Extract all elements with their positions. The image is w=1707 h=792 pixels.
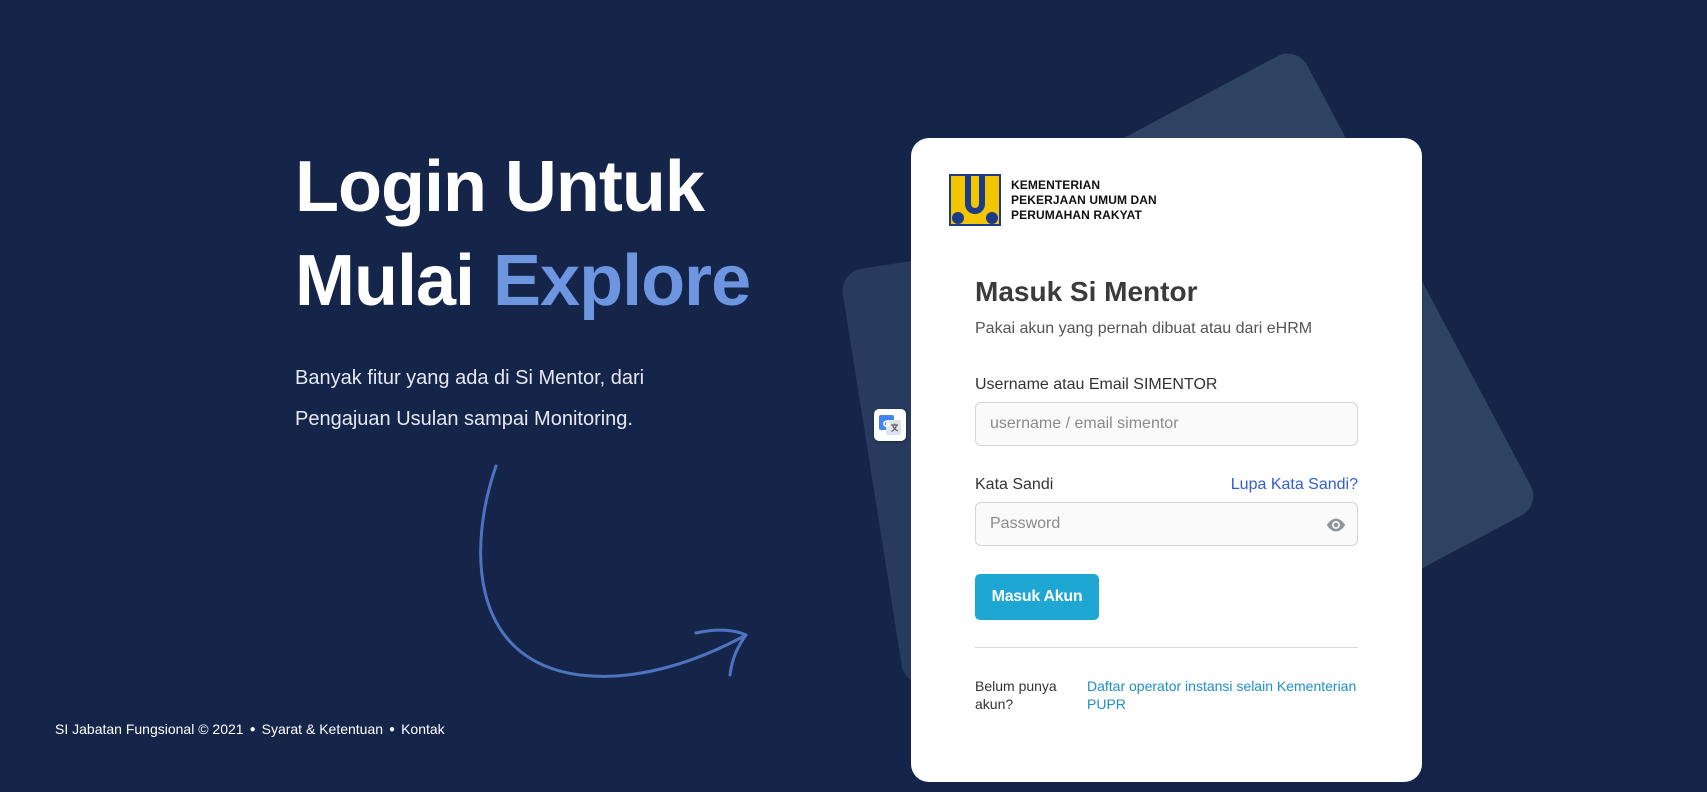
footer-separator: ● xyxy=(249,723,256,735)
password-label: Kata Sandi xyxy=(975,476,1054,493)
footer-contact-link[interactable]: Kontak xyxy=(401,721,445,737)
hero-title-line2-plain: Mulai xyxy=(295,241,494,321)
username-label: Username atau Email SIMENTOR xyxy=(975,376,1218,393)
form-subtitle: Pakai akun yang pernah dibuat atau dari … xyxy=(975,320,1313,337)
username-label-row: Username atau Email SIMENTOR xyxy=(975,376,1358,394)
hero-desc-line1: Banyak fitur yang ada di Si Mentor, dari xyxy=(295,367,645,389)
register-question: Belum punya akun? xyxy=(975,678,1057,712)
form-divider xyxy=(975,647,1358,648)
password-field-wrapper xyxy=(975,502,1358,546)
submit-login-button[interactable]: Masuk Akun xyxy=(975,574,1099,620)
eye-icon[interactable] xyxy=(1325,514,1347,536)
login-form: Masuk Si Mentor Pakai akun yang pernah d… xyxy=(975,274,1358,713)
hero-title-line1: Login Untuk xyxy=(295,147,705,227)
forgot-password-link[interactable]: Lupa Kata Sandi? xyxy=(1231,476,1358,494)
login-card: KEMENTERIAN PEKERJAAN UMUM DAN PERUMAHAN… xyxy=(911,138,1422,782)
svg-text:G: G xyxy=(883,420,890,430)
pupr-logo-icon xyxy=(949,174,1001,226)
footer-terms-link[interactable]: Syarat & Ketentuan xyxy=(262,721,383,737)
register-operator-link[interactable]: Daftar operator instansi selain Kementer… xyxy=(1087,677,1358,713)
hero-title: Login Untuk Mulai Explore xyxy=(295,140,795,328)
google-translate-button[interactable]: G xyxy=(874,409,906,441)
username-field-wrapper xyxy=(975,402,1358,446)
password-label-row: Kata Sandi Lupa Kata Sandi? xyxy=(975,476,1358,494)
google-translate-icon: G xyxy=(879,415,901,435)
hero-description: Banyak fitur yang ada di Si Mentor, dari… xyxy=(295,358,795,440)
hero-section: Login Untuk Mulai Explore Banyak fitur y… xyxy=(295,140,795,440)
password-input[interactable] xyxy=(976,503,1357,545)
hero-desc-line2: Pengajuan Usulan sampai Monitoring. xyxy=(295,408,633,430)
form-title: Masuk Si Mentor xyxy=(975,276,1198,307)
username-input[interactable] xyxy=(976,403,1357,445)
footer-separator: ● xyxy=(389,723,396,735)
footer: SI Jabatan Fungsional © 2021 ● Syarat & … xyxy=(55,721,445,737)
ministry-name-line2: PEKERJAAN UMUM DAN xyxy=(1011,192,1157,207)
footer-copyright: SI Jabatan Fungsional © 2021 xyxy=(55,721,244,737)
ministry-logo: KEMENTERIAN PEKERJAAN UMUM DAN PERUMAHAN… xyxy=(949,174,1157,226)
ministry-name: KEMENTERIAN PEKERJAAN UMUM DAN PERUMAHAN… xyxy=(1011,178,1157,223)
curved-arrow-icon xyxy=(479,464,748,678)
register-row: Belum punya akun? Daftar operator instan… xyxy=(975,677,1358,713)
hero-title-accent: Explore xyxy=(493,241,751,321)
ministry-name-line1: KEMENTERIAN xyxy=(1011,177,1101,192)
ministry-name-line3: PERUMAHAN RAKYAT xyxy=(1011,207,1142,222)
